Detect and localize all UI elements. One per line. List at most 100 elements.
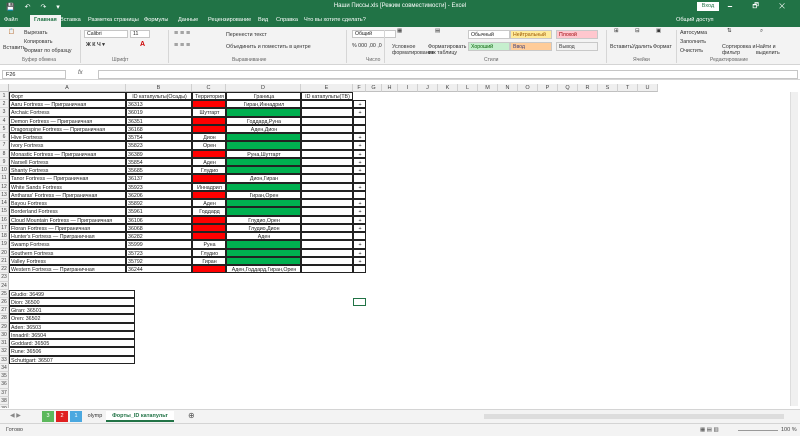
territory-cell[interactable]: Гиран <box>192 256 226 266</box>
select-all-corner[interactable] <box>0 84 9 92</box>
tv-id-cell[interactable] <box>301 232 353 241</box>
column-header[interactable]: C <box>192 84 226 92</box>
tv-mark-cell[interactable]: + <box>353 182 366 191</box>
tab-6[interactable]: Рецензирование <box>208 17 251 23</box>
fx-icon[interactable]: fx <box>78 70 83 76</box>
row-header[interactable]: 5 <box>0 124 9 134</box>
territory-cell[interactable]: Иннадрил <box>192 182 226 191</box>
territory-cell[interactable] <box>192 215 226 224</box>
column-header[interactable]: U <box>638 84 658 92</box>
cell-style-2[interactable]: Плохой <box>556 30 598 39</box>
row-header[interactable]: 28 <box>0 314 9 323</box>
border-cell[interactable] <box>226 207 301 216</box>
catapult-id-cell[interactable]: 35823 <box>126 141 192 150</box>
border-cell[interactable]: Руна,Шутгарт <box>226 149 301 158</box>
column-header[interactable]: B <box>126 84 192 92</box>
column-header[interactable]: D <box>226 84 301 92</box>
tv-id-cell[interactable] <box>301 124 353 134</box>
copy-button[interactable]: Копировать <box>24 39 53 45</box>
row-header[interactable]: 32 <box>0 347 9 356</box>
tv-id-cell[interactable] <box>301 157 353 167</box>
castle-id-cell[interactable]: Schuttgart: 36507 <box>9 355 135 364</box>
tv-mark-cell[interactable]: + <box>353 248 366 257</box>
table-header-cell[interactable]: Территория <box>192 92 226 101</box>
row-header[interactable]: 30 <box>0 330 9 340</box>
sort-filter-button[interactable]: Сортировка и фильтр <box>722 44 756 56</box>
formula-input[interactable] <box>98 70 798 79</box>
sheet-nav-arrows[interactable]: ◀ ▶ <box>10 412 21 419</box>
column-header[interactable]: N <box>498 84 518 92</box>
catapult-id-cell[interactable]: 36106 <box>126 215 192 224</box>
fort-name-cell[interactable]: Hunter's Fortress — Приграничная <box>9 232 126 241</box>
row-header[interactable]: 34 <box>0 363 9 373</box>
tv-id-cell[interactable] <box>301 116 353 125</box>
territory-cell[interactable]: Годдард <box>192 207 226 216</box>
castle-id-cell[interactable]: Giran: 36501 <box>9 306 135 315</box>
autosum-button[interactable]: Автосумма <box>680 30 707 36</box>
catapult-id-cell[interactable]: 36389 <box>126 149 192 158</box>
zoom-slider[interactable] <box>738 430 778 431</box>
tab-5[interactable]: Данные <box>178 17 198 23</box>
paste-button[interactable]: Вставить <box>3 45 25 51</box>
catapult-id-cell[interactable]: 36019 <box>126 108 192 117</box>
tv-mark-cell[interactable]: + <box>353 133 366 142</box>
signin-button[interactable]: Вход <box>697 2 719 11</box>
territory-cell[interactable] <box>192 124 226 134</box>
window-controls[interactable]: 🗕 🗗 ✕ <box>728 2 794 13</box>
border-cell[interactable]: Аден,Годдард,Гиран,Орен <box>226 265 301 274</box>
sort-filter-icon[interactable]: ⇅ <box>727 28 731 34</box>
tv-id-cell[interactable] <box>301 256 353 266</box>
catapult-id-cell[interactable]: 35723 <box>126 248 192 257</box>
catapult-id-cell[interactable]: 36244 <box>126 265 192 274</box>
tv-mark-cell[interactable] <box>353 190 366 200</box>
delete-cells-icon[interactable]: ⊟ <box>635 28 639 34</box>
border-cell[interactable]: Аден <box>226 232 301 241</box>
column-header[interactable]: R <box>578 84 598 92</box>
column-header[interactable]: S <box>598 84 618 92</box>
territory-cell[interactable] <box>192 223 226 233</box>
tv-id-cell[interactable] <box>301 100 353 109</box>
row-header[interactable]: 33 <box>0 355 9 364</box>
fort-name-cell[interactable]: Tanor Fortress — Приграничная <box>9 174 126 183</box>
row-header[interactable]: 11 <box>0 174 9 183</box>
tv-mark-cell[interactable]: + <box>353 215 366 224</box>
fort-name-cell[interactable]: Southern Fortress <box>9 248 126 257</box>
tv-mark-cell[interactable]: + <box>353 223 366 233</box>
cut-button[interactable]: Вырезать <box>24 30 48 36</box>
format-cells-icon[interactable]: ▣ <box>656 28 661 34</box>
territory-cell[interactable] <box>192 149 226 158</box>
column-header[interactable]: O <box>518 84 538 92</box>
row-header[interactable]: 10 <box>0 166 9 175</box>
row-header[interactable]: 16 <box>0 215 9 224</box>
horizontal-scrollbar[interactable] <box>484 414 784 419</box>
border-cell[interactable]: Глудио,Орен <box>226 215 301 224</box>
fort-name-cell[interactable]: Monastic Fortress — Приграничная <box>9 149 126 158</box>
territory-cell[interactable]: Шутгарт <box>192 108 226 117</box>
catapult-id-cell[interactable]: 35854 <box>126 157 192 167</box>
castle-id-cell[interactable]: Rune: 36506 <box>9 347 135 356</box>
column-header[interactable]: P <box>538 84 558 92</box>
border-cell[interactable] <box>226 141 301 150</box>
catapult-id-cell[interactable]: 36313 <box>126 100 192 109</box>
fort-name-cell[interactable]: Swamp Fortress <box>9 240 126 249</box>
catapult-id-cell[interactable]: 36206 <box>126 190 192 200</box>
territory-cell[interactable]: Руна <box>192 240 226 249</box>
row-header[interactable]: 22 <box>0 265 9 274</box>
tv-id-cell[interactable] <box>301 108 353 117</box>
fort-name-cell[interactable]: Western Fortress — Приграничная <box>9 265 126 274</box>
row-header[interactable]: 12 <box>0 182 9 191</box>
tv-mark-cell[interactable]: + <box>353 207 366 216</box>
conditional-format-button[interactable]: Условное форматирование <box>392 44 435 56</box>
row-header[interactable]: 36 <box>0 380 9 389</box>
territory-cell[interactable] <box>192 174 226 183</box>
name-box[interactable]: F26 <box>2 70 66 79</box>
table-header-cell[interactable]: ID катапульты(ТВ) <box>301 92 353 101</box>
fort-name-cell[interactable]: Floran Fortress — Приграничная <box>9 223 126 233</box>
castle-id-cell[interactable]: Aden: 36503 <box>9 322 135 331</box>
delete-cells-button[interactable]: Удалить <box>632 44 652 50</box>
fort-name-cell[interactable]: Cloud Mountain Fortress — Приграничная <box>9 215 126 224</box>
border-cell[interactable] <box>226 199 301 208</box>
row-header[interactable]: 38 <box>0 396 9 406</box>
tv-mark-cell[interactable]: + <box>353 157 366 167</box>
border-cell[interactable]: Гиран,Иннадрил <box>226 100 301 109</box>
